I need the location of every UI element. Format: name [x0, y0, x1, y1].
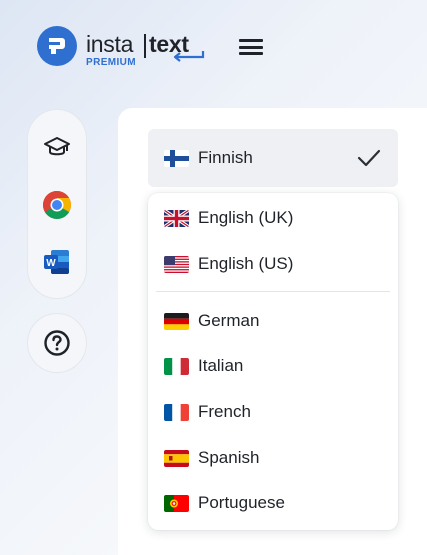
pt-flag-icon: [164, 494, 189, 512]
sidebar-tools: W: [27, 109, 87, 299]
option-german[interactable]: German: [148, 301, 398, 341]
fi-flag-icon: [164, 149, 189, 167]
graduation-cap-icon[interactable]: [40, 130, 74, 164]
premium-badge: PREMIUM: [86, 57, 137, 68]
divider: [156, 291, 390, 292]
option-spanish[interactable]: Spanish: [148, 438, 398, 478]
option-label: German: [198, 311, 260, 330]
option-french[interactable]: French: [148, 392, 398, 432]
checkmark-icon: [357, 149, 381, 167]
gb-flag-icon: [164, 209, 189, 227]
option-italian[interactable]: Italian: [148, 346, 398, 386]
es-flag-icon: [164, 449, 189, 467]
option-english-uk[interactable]: English (UK): [148, 198, 398, 238]
language-select[interactable]: Finnish: [148, 129, 398, 187]
hamburger-menu-icon[interactable]: [238, 36, 264, 58]
app-logo[interactable]: insta text PREMIUM: [37, 26, 206, 68]
help-button[interactable]: [27, 313, 87, 373]
option-portuguese[interactable]: Portuguese: [148, 483, 398, 523]
svg-text:W: W: [46, 258, 56, 269]
chrome-icon[interactable]: [40, 188, 74, 222]
option-label: French: [198, 402, 251, 421]
option-label: Portuguese: [198, 493, 285, 512]
word-icon[interactable]: W: [40, 245, 74, 279]
menu-line: [239, 52, 263, 55]
selected-language: Finnish: [198, 148, 253, 167]
language-dropdown: English (UK) English (US) German Italian…: [148, 193, 398, 530]
it-flag-icon: [164, 357, 189, 375]
menu-line: [239, 45, 263, 49]
fr-flag-icon: [164, 403, 189, 421]
menu-line: [239, 39, 263, 42]
brand-name-part1: insta: [86, 31, 134, 57]
option-english-us[interactable]: English (US): [148, 244, 398, 284]
option-label: Italian: [198, 356, 244, 375]
question-circle-icon: [44, 330, 70, 356]
option-label: English (UK): [198, 208, 294, 227]
us-flag-icon: [164, 255, 189, 273]
option-label: Spanish: [198, 448, 260, 467]
instatext-logo-icon: [37, 26, 77, 66]
de-flag-icon: [164, 312, 189, 330]
wordmark: insta text PREMIUM: [86, 26, 206, 68]
option-label: English (US): [198, 254, 294, 273]
brand-arrow-icon: [173, 51, 205, 62]
brand-divider: [144, 34, 146, 58]
